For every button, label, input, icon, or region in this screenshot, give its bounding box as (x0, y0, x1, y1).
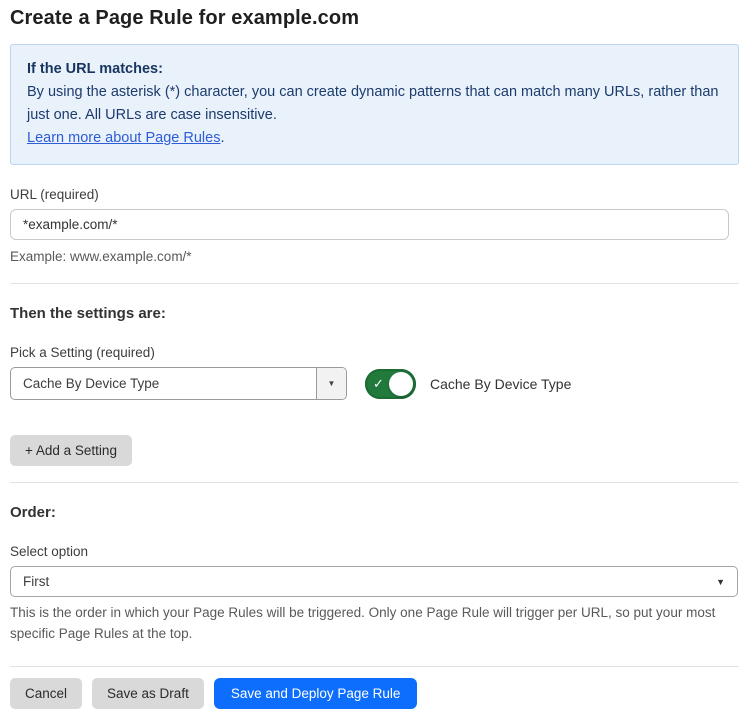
settings-section-heading: Then the settings are: (10, 305, 739, 322)
toggle-label: Cache By Device Type (430, 376, 571, 392)
order-select-value: First (23, 574, 49, 589)
chevron-down-icon[interactable]: ▼ (316, 368, 346, 399)
page-title: Create a Page Rule for example.com (10, 7, 739, 30)
add-setting-button[interactable]: + Add a Setting (10, 435, 132, 466)
order-section-heading: Order: (10, 504, 739, 521)
setting-toggle[interactable]: ✓ (365, 369, 416, 399)
cancel-button[interactable]: Cancel (10, 678, 82, 709)
divider (10, 666, 739, 667)
setting-row: Cache By Device Type ▼ ✓ Cache By Device… (10, 367, 739, 400)
order-select-label: Select option (10, 544, 739, 559)
divider (10, 283, 739, 284)
info-box-heading: If the URL matches: (27, 58, 722, 81)
url-label: URL (required) (10, 187, 739, 202)
order-select[interactable]: First ▼ (10, 566, 738, 597)
order-helper-text: This is the order in which your Page Rul… (10, 602, 720, 644)
check-icon: ✓ (373, 377, 384, 390)
url-example-helper: Example: www.example.com/* (10, 246, 739, 267)
footer-actions: Cancel Save as Draft Save and Deploy Pag… (10, 678, 739, 709)
setting-select-value: Cache By Device Type (11, 368, 316, 399)
pick-setting-label: Pick a Setting (required) (10, 345, 739, 360)
setting-select[interactable]: Cache By Device Type ▼ (10, 367, 347, 400)
url-input[interactable] (10, 209, 729, 240)
save-deploy-button[interactable]: Save and Deploy Page Rule (214, 678, 418, 709)
divider (10, 482, 739, 483)
url-match-info-box: If the URL matches: By using the asteris… (10, 44, 739, 165)
caret-down-icon: ▼ (716, 577, 725, 587)
info-box-link-line: Learn more about Page Rules. (27, 127, 722, 150)
learn-more-link[interactable]: Learn more about Page Rules (27, 130, 220, 146)
toggle-knob (389, 372, 413, 396)
link-suffix-period: . (220, 130, 224, 146)
info-box-body: By using the asterisk (*) character, you… (27, 81, 722, 127)
save-draft-button[interactable]: Save as Draft (92, 678, 204, 709)
create-page-rule-form: Create a Page Rule for example.com If th… (0, 0, 750, 709)
